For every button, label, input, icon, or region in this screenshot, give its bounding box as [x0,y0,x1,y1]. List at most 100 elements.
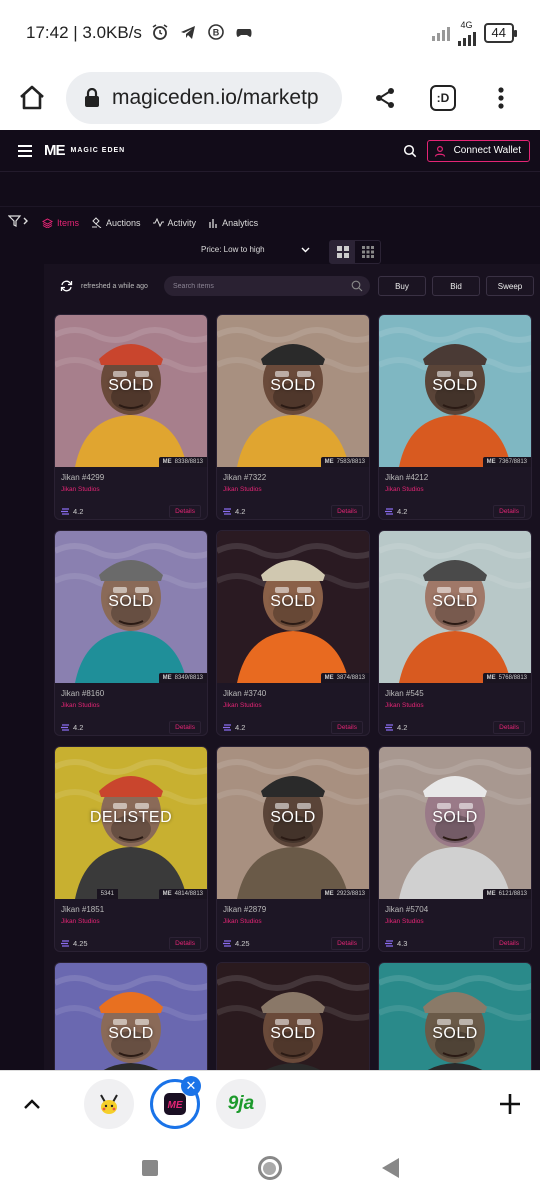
search-items-field[interactable] [164,276,370,296]
expand-tabs-button[interactable] [0,1098,64,1110]
rank-value: 4814/8813 [174,891,203,897]
details-button[interactable]: Details [169,937,201,950]
nft-image[interactable]: SOLD ME 8349/8813 [55,531,207,683]
tab-activity[interactable]: Activity [152,218,196,228]
details-button[interactable]: Details [493,937,525,950]
nft-name: Jikan #7322 [223,473,267,482]
magic-eden-logo[interactable]: ME MAGIC EDEN [44,142,125,159]
sale-status: DELISTED [89,809,173,826]
small-grid-button[interactable] [355,241,380,263]
collection-name[interactable]: Jikan Studios [223,918,363,925]
nft-name: Jikan #3740 [223,689,267,698]
nft-image[interactable]: SOLD ME 3874/8813 [217,531,369,683]
nft-card[interactable]: SOLD [378,962,532,1070]
nft-card[interactable]: SOLD ME 6121/8813 Jikan #5704 Jikan Studi… [378,746,532,952]
connect-wallet-button[interactable]: Connect Wallet [426,139,530,162]
nft-card[interactable]: SOLD ME 8349/8813 Jikan #8160 Jikan Studi… [54,530,208,736]
tab-analytics[interactable]: Analytics [208,218,258,228]
new-tab-button[interactable] [480,1093,540,1115]
rarity-rank: ME 4814/8813 [158,889,207,899]
nft-card[interactable]: SOLD ME 7583/8813 Jikan #7322 Jikan Studi… [216,314,370,520]
tab-auctions[interactable]: Auctions [91,217,141,228]
sweep-button[interactable]: Sweep [486,276,534,296]
nft-card[interactable]: SOLD ME 3874/8813 Jikan #3740 Jikan Studi… [216,530,370,736]
price: 4.3 [385,939,407,948]
tab-magic-eden[interactable]: ME ✕ [150,1075,201,1129]
collection-name[interactable]: Jikan Studios [223,486,363,493]
nft-card[interactable]: SOLD ME 5768/8813 Jikan #545 Jikan Studio… [378,530,532,736]
view-toggle [329,240,381,264]
me-rank-icon: ME [486,675,496,681]
nft-image[interactable]: SOLD ME 2923/8813 [217,747,369,899]
price: 4.2 [223,507,245,516]
collection-name[interactable]: Jikan Studios [223,702,363,709]
collection-name[interactable]: Jikan Studios [385,486,525,493]
search-icon[interactable] [403,144,417,158]
nft-card[interactable]: SOLD ME 2923/8813 Jikan #2879 Jikan Studi… [216,746,370,952]
me-rank-icon: ME [486,459,496,465]
nft-image[interactable]: SOLD ME 8338/8813 [55,315,207,467]
nft-card[interactable]: SOLD [54,962,208,1070]
nft-info: Jikan #3740 Jikan Studios 4.2 Details [217,683,369,734]
sort-select[interactable]: Price: Low to high [201,245,310,254]
solana-icon [223,508,231,515]
price-value: 4.2 [235,723,246,732]
price: 4.2 [223,723,245,732]
collection-name[interactable]: Jikan Studios [385,918,525,925]
url-bar[interactable]: magiceden.io/marketp [66,72,342,124]
buy-button[interactable]: Buy [378,276,426,296]
price-row: 4.3 Details [385,937,525,950]
nft-image[interactable]: SOLD [379,963,531,1070]
details-button[interactable]: Details [331,937,363,950]
rarity-rank: ME 2923/8813 [320,889,369,899]
price-row: 4.2 Details [61,505,201,518]
nft-image[interactable]: SOLD ME 7367/8813 [379,315,531,467]
share-button[interactable] [356,86,414,110]
nft-image[interactable]: SOLD ME 6121/8813 [379,747,531,899]
nft-info: Jikan #4212 Jikan Studios 4.2 Details [379,467,531,518]
price-row: 4.2 Details [223,505,363,518]
nft-info: Jikan #7322 Jikan Studios 4.2 Details [217,467,369,518]
close-tab-icon[interactable]: ✕ [181,1075,201,1096]
tab-pikachu[interactable] [84,1078,134,1129]
bid-button[interactable]: Bid [432,276,480,296]
hamburger-menu-icon[interactable] [18,144,32,157]
details-button[interactable]: Details [331,505,363,518]
nft-image[interactable]: SOLD [217,963,369,1070]
nft-card[interactable]: SOLD ME 7367/8813 Jikan #4212 Jikan Studi… [378,314,532,520]
tab-switcher-button[interactable]: :D [414,85,472,111]
nft-info: Jikan #2879 Jikan Studios 4.25 Details [217,899,369,950]
search-items-input[interactable] [173,282,333,290]
me-rank-icon: ME [324,459,334,465]
nft-image[interactable]: DELISTED 5341 ME 4814/8813 [55,747,207,899]
details-button[interactable]: Details [493,721,525,734]
nft-image[interactable]: SOLD ME 5768/8813 [379,531,531,683]
overflow-menu-button[interactable] [472,86,530,110]
tab-9ja[interactable]: 9ja [216,1078,266,1129]
nft-image[interactable]: SOLD [55,963,207,1070]
rarity-rank: ME 7583/8813 [320,457,369,467]
collection-name[interactable]: Jikan Studios [61,702,201,709]
collection-name[interactable]: Jikan Studios [61,486,201,493]
filter-toggle[interactable] [7,215,42,230]
back-button[interactable] [381,1158,399,1178]
nft-card[interactable]: SOLD [216,962,370,1070]
details-button[interactable]: Details [493,505,525,518]
refresh-button[interactable]: refreshed a while ago [60,280,164,292]
home-button[interactable] [0,84,64,112]
details-button[interactable]: Details [169,505,201,518]
rank-value: 8338/8813 [174,459,203,465]
nft-card[interactable]: DELISTED 5341 ME 4814/8813 Jikan #1851 Ji… [54,746,208,952]
nft-card[interactable]: SOLD ME 8338/8813 Jikan #4299 Jikan Studi… [54,314,208,520]
recents-button[interactable] [141,1160,158,1176]
collection-name[interactable]: Jikan Studios [385,702,525,709]
large-grid-button[interactable] [330,241,355,263]
nft-image[interactable]: SOLD ME 7583/8813 [217,315,369,467]
search-items-icon [351,280,363,292]
details-button[interactable]: Details [169,721,201,734]
sale-status: SOLD [270,377,316,394]
details-button[interactable]: Details [331,721,363,734]
tab-items[interactable]: Items [42,218,79,228]
home-nav-button[interactable] [257,1156,282,1180]
collection-name[interactable]: Jikan Studios [61,918,201,925]
